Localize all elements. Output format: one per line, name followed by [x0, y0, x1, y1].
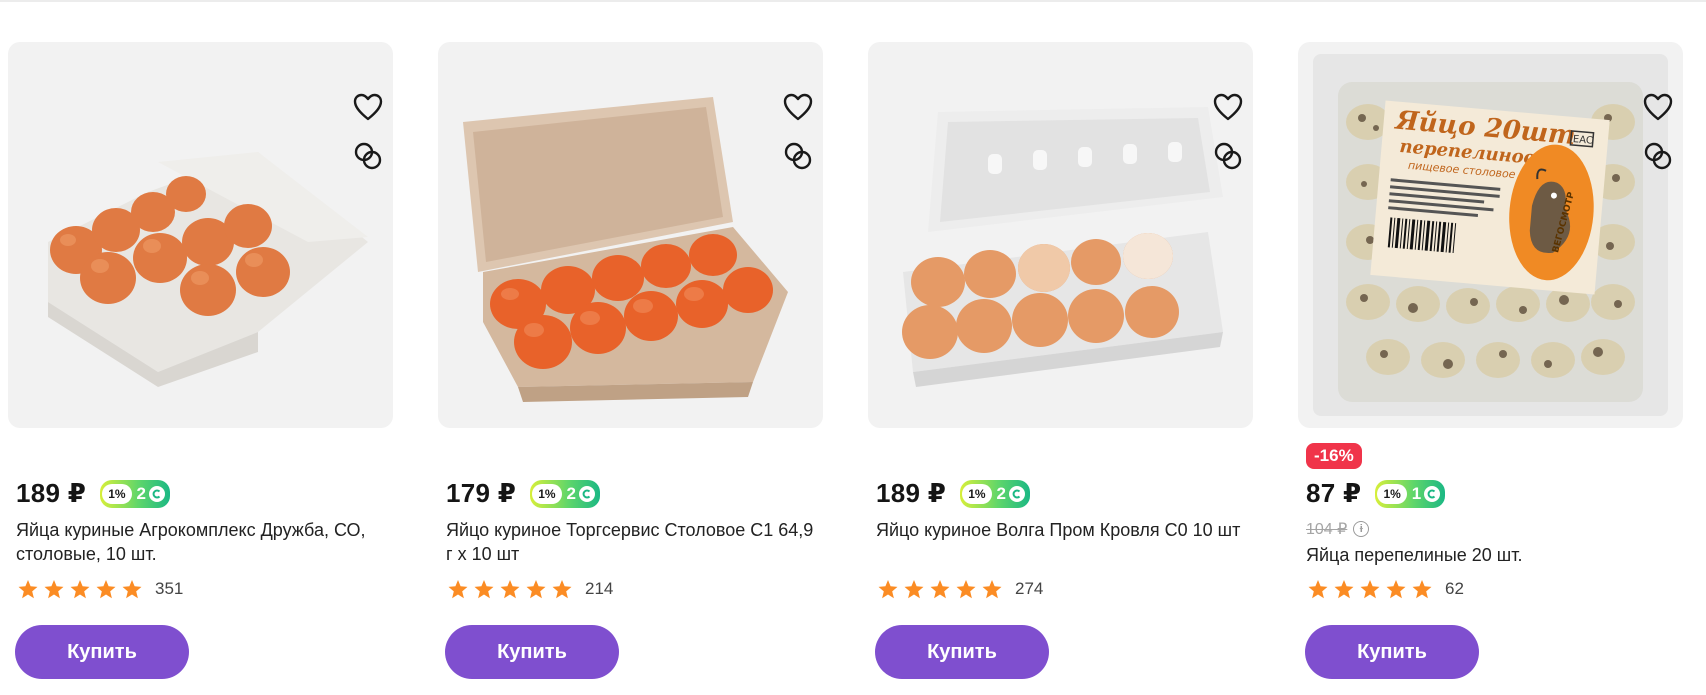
discount-badge: -16%: [1306, 443, 1362, 469]
egg-carton-image: [463, 97, 788, 402]
star-icon: [448, 579, 468, 598]
star-icon: [1412, 579, 1432, 598]
compare-icon: [1644, 142, 1672, 170]
product-card: 189 ₽ 1% 2 Яйца куриные Агрокомплекс Дру…: [8, 0, 393, 695]
rating[interactable]: 351: [18, 579, 183, 599]
star-icon: [500, 579, 520, 598]
compare-button[interactable]: [1211, 139, 1245, 173]
bonus-badge[interactable]: 1% 1: [1375, 479, 1446, 508]
compare-button[interactable]: [781, 139, 815, 173]
star-icon: [930, 579, 950, 598]
product-title[interactable]: Яйца перепелиные 20 шт.: [1306, 543, 1676, 567]
star-icon: [878, 579, 898, 598]
product-image[interactable]: [438, 42, 823, 428]
bonus-points: 2: [566, 483, 577, 503]
favorite-button[interactable]: [1211, 90, 1245, 124]
heart-icon: [1213, 93, 1243, 121]
star-icon: [526, 579, 546, 598]
star-icon: [982, 579, 1002, 598]
product-card: 189 ₽ 1% 2 Яйцо куриное Волга Пром Кровл…: [868, 0, 1253, 695]
star-icon: [1308, 579, 1328, 598]
price-row: 87 ₽ 1% 1: [1306, 478, 1446, 509]
rating[interactable]: 214: [448, 579, 613, 599]
bonus-points: 2: [996, 483, 1007, 503]
buy-button[interactable]: Купить: [15, 625, 189, 679]
price: 87 ₽: [1306, 478, 1362, 508]
star-icon: [96, 579, 116, 598]
favorite-button[interactable]: [781, 90, 815, 124]
star-rating: [448, 579, 572, 599]
buy-button[interactable]: Купить: [1305, 625, 1479, 679]
star-rating: [18, 579, 142, 599]
info-icon[interactable]: i: [1353, 521, 1370, 537]
egg-carton-image: [48, 152, 368, 387]
bonus-percent: 1%: [102, 483, 132, 504]
star-icon: [552, 579, 572, 598]
star-icon: [904, 579, 924, 598]
bonus-percent: 1%: [962, 483, 992, 504]
compare-button[interactable]: [351, 139, 385, 173]
product-image[interactable]: [868, 42, 1253, 428]
star-icon: [1360, 579, 1380, 598]
coin-icon: [1424, 485, 1441, 502]
review-count: 62: [1445, 579, 1464, 598]
star-icon: [956, 579, 976, 598]
star-icon: [18, 579, 38, 598]
old-price: 104 ₽: [1306, 521, 1348, 538]
rating[interactable]: 274: [878, 579, 1043, 599]
star-icon: [1386, 579, 1406, 598]
product-title[interactable]: Яйцо куриное Волга Пром Кровля С0 10 шт: [876, 518, 1246, 542]
product-image[interactable]: Яйцо 20шт перепелиное пищевое столовое В…: [1298, 42, 1683, 428]
product-grid: 189 ₽ 1% 2 Яйца куриные Агрокомплекс Дру…: [0, 0, 1706, 695]
heart-icon: [1643, 93, 1673, 121]
rating[interactable]: 62: [1308, 579, 1464, 599]
bonus-badge[interactable]: 1% 2: [960, 479, 1031, 508]
bonus-percent: 1%: [1377, 483, 1407, 504]
review-count: 214: [585, 579, 614, 598]
buy-button[interactable]: Купить: [875, 625, 1049, 679]
price-row: 189 ₽ 1% 2: [876, 478, 1031, 509]
buy-button[interactable]: Купить: [445, 625, 619, 679]
star-rating: [1308, 579, 1432, 599]
old-price-row: 104 ₽ i: [1306, 519, 1370, 539]
heart-icon: [353, 93, 383, 121]
product-title[interactable]: Яйца куриные Агрокомплекс Дружба, СО, ст…: [16, 518, 386, 566]
bonus-points: 2: [136, 483, 147, 503]
review-count: 274: [1015, 579, 1044, 598]
compare-icon: [1214, 142, 1242, 170]
compare-icon: [354, 142, 382, 170]
price: 189 ₽: [16, 478, 87, 508]
product-title[interactable]: Яйцо куриное Торгсервис Столовое С1 64,9…: [446, 518, 816, 566]
bonus-percent: 1%: [532, 483, 562, 504]
quail-egg-pack-image: Яйцо 20шт перепелиное пищевое столовое В…: [1313, 54, 1668, 416]
bonus-badge[interactable]: 1% 2: [100, 479, 171, 508]
coin-icon: [149, 485, 166, 502]
bonus-badge[interactable]: 1% 2: [530, 479, 601, 508]
coin-icon: [1009, 485, 1026, 502]
price: 189 ₽: [876, 478, 947, 508]
favorite-button[interactable]: [351, 90, 385, 124]
review-count: 351: [155, 579, 184, 598]
bonus-points: 1: [1411, 483, 1422, 503]
compare-icon: [784, 142, 812, 170]
compare-button[interactable]: [1641, 139, 1675, 173]
star-icon: [122, 579, 142, 598]
coin-icon: [579, 485, 596, 502]
egg-carton-image: [902, 107, 1223, 387]
star-icon: [44, 579, 64, 598]
product-card: Яйцо 20шт перепелиное пищевое столовое В…: [1298, 0, 1683, 695]
price-row: 189 ₽ 1% 2: [16, 478, 171, 509]
star-icon: [1334, 579, 1354, 598]
price-row: 179 ₽ 1% 2: [446, 478, 601, 509]
star-rating: [878, 579, 1002, 599]
star-icon: [70, 579, 90, 598]
heart-icon: [783, 93, 813, 121]
star-icon: [474, 579, 494, 598]
product-image[interactable]: [8, 42, 393, 428]
svg-text:EAC: EAC: [1572, 134, 1593, 147]
price: 179 ₽: [446, 478, 517, 508]
product-card: 179 ₽ 1% 2 Яйцо куриное Торгсервис Столо…: [438, 0, 823, 695]
favorite-button[interactable]: [1641, 90, 1675, 124]
